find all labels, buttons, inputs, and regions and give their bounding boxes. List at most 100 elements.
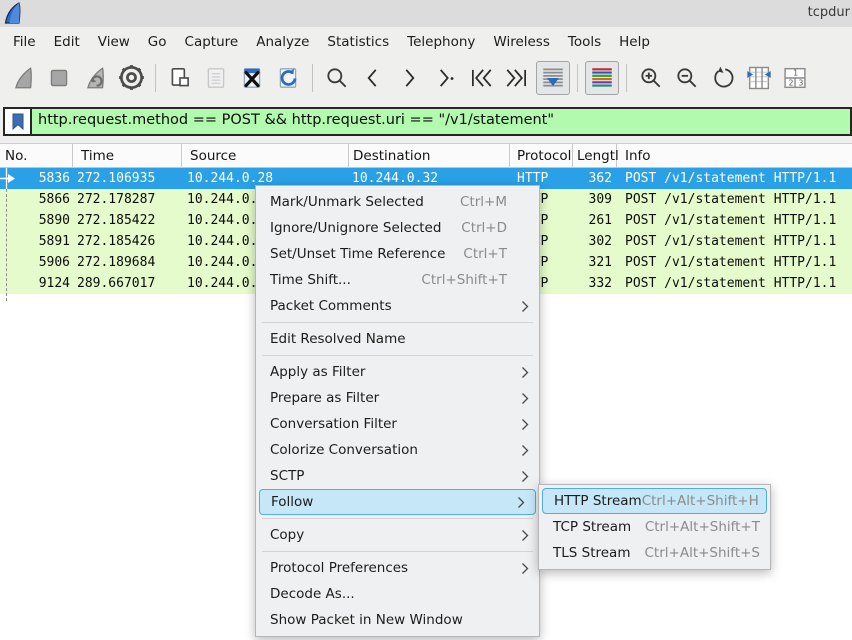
capture-start-button[interactable] — [6, 61, 40, 95]
menu-tools[interactable]: Tools — [559, 30, 610, 54]
packet-no: 5906 — [16, 255, 70, 270]
shortcut: Ctrl+Shift+T — [421, 272, 529, 288]
packet-no: 5866 — [16, 192, 70, 207]
last-packet-button[interactable] — [500, 61, 534, 95]
column-header-info[interactable]: Info — [617, 144, 852, 168]
display-filter-input[interactable]: http.request.method == POST && http.requ… — [32, 109, 850, 134]
chevron-right-dot-icon — [432, 65, 458, 91]
file-open-button[interactable] — [163, 61, 197, 95]
go-first-icon — [468, 65, 494, 91]
menu-telephony[interactable]: Telephony — [398, 30, 484, 54]
gear-icon — [118, 64, 145, 91]
packet-length: 309 — [553, 192, 612, 207]
menu-item-ignore-unignore[interactable]: Ignore/Unignore Selected Ctrl+D — [256, 215, 539, 241]
packet-time: 272.106935 — [77, 171, 155, 186]
menu-item-apply-as-filter[interactable]: Apply as Filter — [256, 359, 539, 385]
packet-length: 362 — [553, 171, 612, 186]
go-to-packet-button[interactable] — [428, 61, 462, 95]
colorize-packets-button[interactable] — [585, 61, 619, 95]
main-toolbar: 1 2 3 — [0, 56, 852, 99]
zoom-reset-button[interactable] — [706, 61, 740, 95]
menu-item-conversation-filter[interactable]: Conversation Filter — [256, 411, 539, 437]
chevron-left-icon — [360, 65, 386, 91]
packet-length: 321 — [553, 255, 612, 270]
menu-item-edit-resolved-name[interactable]: Edit Resolved Name — [256, 326, 539, 352]
submenu-item-http-stream[interactable]: HTTP Stream Ctrl+Alt+Shift+H — [542, 488, 767, 514]
layout-button[interactable]: 1 2 3 — [778, 61, 812, 95]
packet-no: 5891 — [16, 234, 70, 249]
submenu-arrow-icon — [521, 418, 529, 431]
related-packets-dashed-line — [6, 189, 7, 301]
menu-file[interactable]: File — [4, 30, 45, 54]
bookmark-icon — [11, 113, 25, 130]
file-save-button[interactable] — [199, 61, 233, 95]
column-header-time[interactable]: Time — [73, 144, 182, 168]
svg-text:2: 2 — [789, 78, 794, 87]
menu-wireless[interactable]: Wireless — [484, 30, 559, 54]
shortcut: Ctrl+Alt+Shift+S — [645, 545, 761, 561]
menu-item-prepare-as-filter[interactable]: Prepare as Filter — [256, 385, 539, 411]
find-packet-button[interactable] — [320, 61, 354, 95]
zoom-in-button[interactable] — [634, 61, 668, 95]
column-header-destination[interactable]: Destination — [349, 144, 510, 168]
menu-item-decode-as[interactable]: Decode As... — [256, 581, 539, 607]
first-packet-button[interactable] — [464, 61, 498, 95]
submenu-arrow-icon — [521, 529, 529, 542]
menu-item-follow[interactable]: Follow — [259, 489, 536, 515]
menu-item-time-shift[interactable]: Time Shift... Ctrl+Shift+T — [256, 267, 539, 293]
packet-time: 272.185426 — [77, 234, 155, 249]
menu-item-mark-unmark[interactable]: Mark/Unmark Selected Ctrl+M — [256, 189, 539, 215]
auto-scroll-button[interactable] — [536, 61, 570, 95]
packet-time: 272.189684 — [77, 255, 155, 270]
submenu-item-tls-stream[interactable]: TLS Stream Ctrl+Alt+Shift+S — [539, 540, 770, 566]
layout-panes-icon: 1 2 3 — [781, 64, 809, 92]
column-header-source[interactable]: Source — [182, 144, 349, 168]
menu-item-colorize-conversation[interactable]: Colorize Conversation — [256, 437, 539, 463]
column-header-protocol[interactable]: Protocol — [510, 144, 573, 168]
menu-separator — [262, 518, 533, 519]
filter-bookmark-button[interactable] — [5, 109, 32, 134]
menu-item-copy[interactable]: Copy — [256, 522, 539, 548]
packet-source: 10.244.0.28 — [187, 171, 273, 186]
follow-submenu: HTTP Stream Ctrl+Alt+Shift+H TCP Stream … — [538, 484, 771, 570]
zoom-in-icon — [638, 65, 664, 91]
menu-help[interactable]: Help — [610, 30, 659, 54]
column-header-no[interactable]: No. — [0, 144, 73, 168]
auto-scroll-icon — [540, 65, 566, 91]
column-header-length[interactable]: Lengtl — [573, 144, 617, 168]
menu-item-time-reference[interactable]: Set/Unset Time Reference Ctrl+T — [256, 241, 539, 267]
menu-view[interactable]: View — [89, 30, 139, 54]
menu-edit[interactable]: Edit — [45, 30, 89, 54]
shark-fin-icon — [10, 65, 36, 91]
capture-options-button[interactable] — [114, 61, 148, 95]
packet-list-header: No. Time Source Destination Protocol Len… — [0, 143, 852, 168]
file-reload-button[interactable] — [271, 61, 305, 95]
packet-protocol: HTTP — [517, 171, 548, 186]
menu-statistics[interactable]: Statistics — [318, 30, 398, 54]
capture-restart-button[interactable] — [78, 61, 112, 95]
shortcut: Ctrl+Alt+Shift+H — [642, 493, 759, 509]
svg-text:3: 3 — [799, 78, 804, 87]
zoom-out-button[interactable] — [670, 61, 704, 95]
menu-item-protocol-preferences[interactable]: Protocol Preferences — [256, 555, 539, 581]
resize-columns-button[interactable] — [742, 61, 776, 95]
title-bar: tcpdur — [0, 0, 852, 27]
menu-item-sctp[interactable]: SCTP — [256, 463, 539, 489]
menu-item-packet-comments[interactable]: Packet Comments — [256, 293, 539, 319]
packet-no: 5836 — [16, 171, 70, 186]
menu-capture[interactable]: Capture — [176, 30, 248, 54]
capture-stop-button[interactable] — [42, 61, 76, 95]
next-packet-button[interactable] — [392, 61, 426, 95]
submenu-arrow-icon — [521, 562, 529, 575]
packet-info: POST /v1/statement HTTP/1.1 — [625, 234, 836, 249]
reload-file-icon — [275, 65, 301, 91]
submenu-item-tcp-stream[interactable]: TCP Stream Ctrl+Alt+Shift+T — [539, 514, 770, 540]
previous-packet-button[interactable] — [356, 61, 390, 95]
menu-analyze[interactable]: Analyze — [247, 30, 318, 54]
menu-item-show-packet-new-window[interactable]: Show Packet in New Window — [256, 607, 539, 633]
menu-bar: File Edit View Go Capture Analyze Statis… — [0, 27, 852, 56]
file-close-button[interactable] — [235, 61, 269, 95]
submenu-arrow-icon — [521, 444, 529, 457]
menu-go[interactable]: Go — [139, 30, 176, 54]
packet-length: 302 — [553, 234, 612, 249]
